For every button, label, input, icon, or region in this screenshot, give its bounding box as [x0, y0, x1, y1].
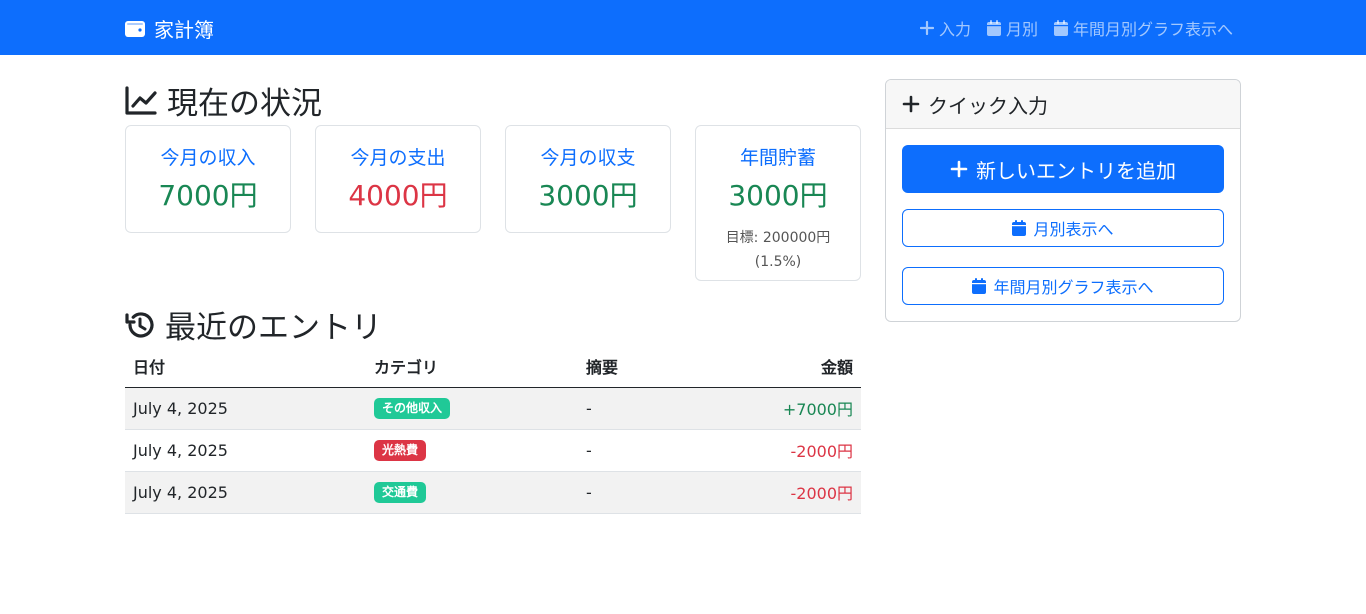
entry-memo: - [578, 471, 718, 514]
calendar-icon [972, 278, 987, 294]
entry-date: July 4, 2025 [125, 429, 366, 472]
wallet-icon [125, 20, 145, 38]
add-entry-button[interactable]: 新しいエントリを追加 [902, 145, 1224, 193]
expense-card: 今月の支出 4000円 [315, 125, 481, 233]
income-label: 今月の収入 [160, 147, 256, 169]
table-row: July 4, 2025 光熱費 - -2000円 [125, 429, 861, 472]
entry-amount: -2000円 [718, 471, 861, 514]
top-navbar: 家計簿 入力 月別 年間月別グラフ表示へ [0, 0, 1366, 55]
column-date: 日付 [125, 346, 366, 388]
recent-entries-table: 日付 カテゴリ 摘要 金額 July 4, 2025 その他収入 - +7000… [125, 346, 861, 514]
brand-title: 家計簿 [154, 18, 214, 42]
balance-value: 3000円 [538, 179, 638, 212]
calendar-icon [986, 20, 1001, 36]
entry-date: July 4, 2025 [125, 387, 366, 430]
monthly-view-button[interactable]: 月別表示へ [902, 209, 1224, 247]
entry-amount: +7000円 [718, 387, 861, 430]
plus-icon [919, 21, 934, 35]
monthly-view-button-label: 月別表示へ [1033, 220, 1114, 239]
nav-links: 入力 月別 年間月別グラフ表示へ [904, 16, 1233, 40]
plus-icon [950, 160, 968, 178]
category-badge: 光熱費 [374, 440, 427, 461]
line-chart-icon [125, 85, 157, 116]
table-header-row: 日付 カテゴリ 摘要 金額 [125, 346, 861, 388]
nav-link-input-label: 入力 [938, 20, 971, 39]
status-heading-label: 現在の状況 [167, 86, 322, 122]
nav-link-monthly[interactable]: 月別 [986, 16, 1038, 40]
calendar-icon [1012, 220, 1027, 236]
quick-entry-header: クイック入力 [886, 80, 1240, 129]
calendar-icon [1053, 20, 1068, 36]
expense-value: 4000円 [348, 179, 448, 212]
entry-date: July 4, 2025 [125, 471, 366, 514]
category-badge: 交通費 [374, 482, 427, 503]
nav-link-yearly-graph[interactable]: 年間月別グラフ表示へ [1053, 16, 1233, 40]
entry-amount: -2000円 [718, 429, 861, 472]
quick-entry-title: クイック入力 [928, 93, 1048, 118]
category-badge: その他収入 [374, 398, 451, 419]
entry-category-cell: その他収入 [366, 387, 578, 430]
entry-category-cell: 交通費 [366, 471, 578, 514]
table-row: July 4, 2025 交通費 - -2000円 [125, 471, 861, 514]
savings-goal-note: 目標: 200000円 (1.5%) [725, 230, 831, 270]
income-card: 今月の収入 7000円 [125, 125, 291, 233]
brand-link[interactable]: 家計簿 [125, 14, 214, 43]
entry-memo: - [578, 429, 718, 472]
nav-link-input[interactable]: 入力 [919, 16, 971, 40]
column-amount: 金額 [718, 346, 861, 388]
yearly-graph-button[interactable]: 年間月別グラフ表示へ [902, 267, 1224, 305]
income-value: 7000円 [158, 179, 258, 212]
savings-card: 年間貯蓄 3000円 目標: 200000円 (1.5%) [695, 125, 861, 281]
savings-label: 年間貯蓄 [739, 147, 816, 169]
recent-entries-heading-label: 最近のエントリ [165, 310, 382, 346]
column-category: カテゴリ [366, 346, 578, 388]
history-icon [125, 310, 155, 340]
entry-memo: - [578, 387, 718, 430]
expense-label: 今月の支出 [350, 147, 446, 169]
savings-value: 3000円 [728, 179, 828, 212]
balance-card: 今月の収支 3000円 [505, 125, 671, 233]
add-entry-button-label: 新しいエントリを追加 [976, 158, 1176, 183]
nav-link-monthly-label: 月別 [1005, 20, 1038, 39]
recent-entries-heading: 最近のエントリ [125, 302, 382, 347]
balance-label: 今月の収支 [540, 147, 636, 169]
status-heading: 現在の状況 [125, 78, 322, 123]
column-memo: 摘要 [578, 346, 718, 388]
yearly-graph-button-label: 年間月別グラフ表示へ [993, 278, 1154, 297]
plus-icon [902, 95, 920, 113]
table-row: July 4, 2025 その他収入 - +7000円 [125, 387, 861, 430]
nav-link-yearly-graph-label: 年間月別グラフ表示へ [1072, 20, 1233, 39]
entry-category-cell: 光熱費 [366, 429, 578, 472]
quick-entry-card: クイック入力 新しいエントリを追加 月別表示へ 年間月別グラフ表示へ [885, 79, 1241, 322]
